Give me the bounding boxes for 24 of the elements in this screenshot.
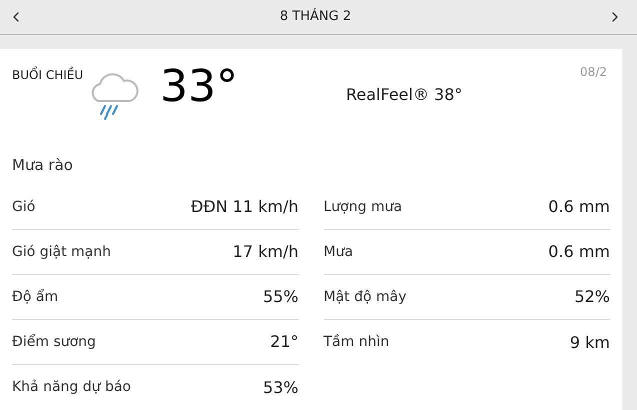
period-label: BUỔI CHIỀU	[12, 66, 84, 84]
detail-label: Độ ẩm	[12, 288, 58, 306]
detail-label: Lượng mưa	[324, 198, 402, 216]
detail-value: 17 km/h	[232, 241, 298, 263]
detail-value: 0.6 mm	[548, 241, 610, 263]
detail-value: 55%	[262, 286, 298, 308]
detail-value: 52%	[574, 286, 610, 308]
detail-value: ĐĐN 11 km/h	[190, 196, 298, 218]
realfeel-text: RealFeel® 38°	[346, 84, 462, 106]
date-label: 08/2	[580, 64, 607, 81]
detail-value: 0.6 mm	[548, 196, 610, 218]
detail-label: Điểm sương	[12, 332, 96, 352]
detail-label: Tầm nhìn	[324, 333, 390, 352]
detail-value: 9 km	[570, 332, 610, 354]
weather-phrase: Mưa rào	[12, 156, 73, 174]
detail-label: Mưa	[324, 242, 354, 262]
detail-label: Mật độ mây	[324, 288, 407, 306]
detail-value: 21°	[270, 331, 298, 353]
detail-label: Khả năng dự báo	[12, 378, 131, 397]
date-title: 8 THÁNG 2	[280, 7, 352, 26]
temperature: 33°	[160, 63, 238, 111]
detail-value: 53%	[262, 376, 298, 398]
detail-label: Gió giật mạnh	[12, 242, 112, 262]
detail-label: Gió	[12, 198, 36, 216]
